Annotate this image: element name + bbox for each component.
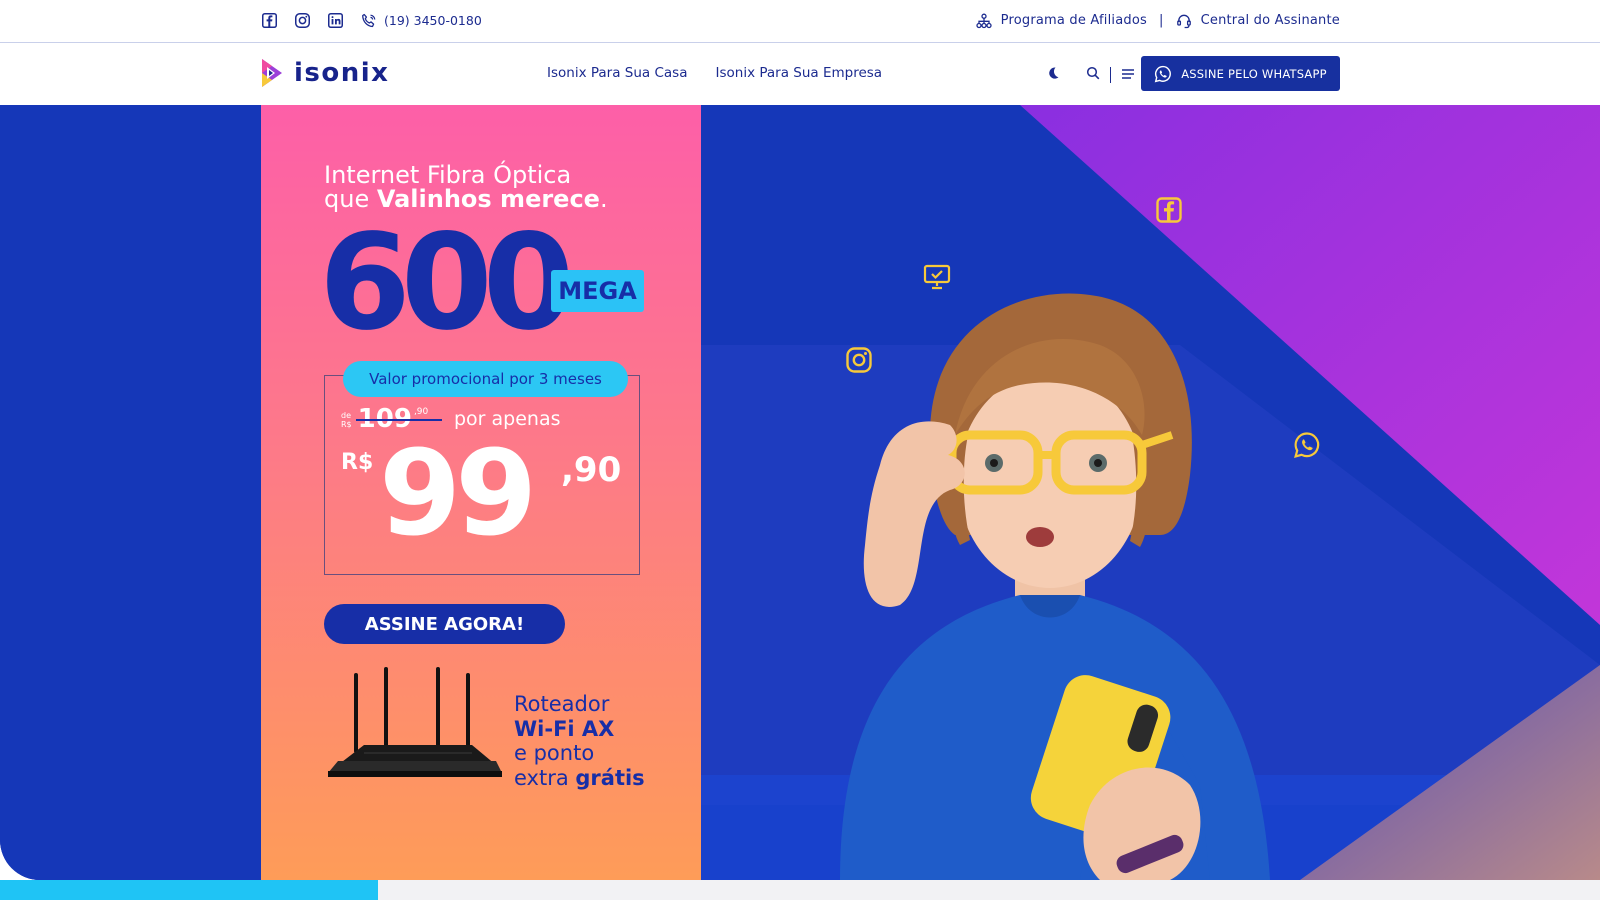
- speed-unit-badge: MEGA: [551, 270, 644, 312]
- old-price-prefix: de R$: [341, 411, 352, 429]
- hero-headline: Internet Fibra Óptica que Valinhos merec…: [324, 163, 608, 211]
- menu-icon[interactable]: [1121, 65, 1135, 84]
- nav-link-business[interactable]: Isonix Para Sua Empresa: [715, 65, 882, 81]
- topbar-right-links: Programa de Afiliados | Central do Assin…: [976, 12, 1340, 29]
- hero-girl-photo: [840, 293, 1270, 880]
- nav-link-home[interactable]: Isonix Para Sua Casa: [547, 65, 687, 81]
- tools-divider: [1110, 66, 1111, 83]
- logo-text: isonix: [294, 58, 390, 88]
- facebook-icon[interactable]: [261, 12, 278, 29]
- speed-value: 600: [319, 206, 575, 360]
- promo-period-pill: Valor promocional por 3 meses: [343, 361, 628, 397]
- instagram-icon[interactable]: [294, 12, 311, 29]
- phone-icon: [360, 12, 377, 29]
- floating-facebook-icon: [1156, 197, 1182, 223]
- linkedin-icon[interactable]: [327, 12, 344, 29]
- subscribe-now-button[interactable]: ASSINE AGORA!: [324, 604, 565, 644]
- phone-number: (19) 3450-0180: [384, 13, 482, 28]
- search-icon[interactable]: [1086, 65, 1100, 84]
- promo-panel: Internet Fibra Óptica que Valinhos merec…: [261, 105, 701, 880]
- price-cents: ,90: [561, 450, 622, 490]
- nav-tools: [1046, 65, 1135, 84]
- headset-icon: [1176, 12, 1193, 29]
- subscriber-link[interactable]: Central do Assinante: [1176, 12, 1340, 29]
- bottom-accent-strip: [0, 880, 378, 900]
- subscriber-label: Central do Assinante: [1200, 13, 1340, 28]
- top-utility-bar: (19) 3450-0180 Programa de Afiliados | C…: [0, 0, 1600, 43]
- price-value: 99: [379, 424, 537, 562]
- price-currency: R$: [341, 450, 374, 475]
- affiliates-label: Programa de Afiliados: [1000, 13, 1147, 28]
- router-offer-text: Roteador Wi-Fi AX e ponto extra grátis: [514, 692, 645, 790]
- hero-banner: Internet Fibra Óptica que Valinhos merec…: [0, 105, 1600, 880]
- topbar-separator: |: [1159, 13, 1164, 28]
- main-navigation: isonix Isonix Para Sua Casa Isonix Para …: [0, 43, 1600, 105]
- phone-link[interactable]: (19) 3450-0180: [360, 12, 482, 29]
- affiliates-link[interactable]: Programa de Afiliados: [976, 12, 1147, 29]
- isonix-logo[interactable]: isonix: [258, 57, 389, 89]
- social-links: (19) 3450-0180: [261, 12, 482, 29]
- logo-mark-icon: [262, 59, 282, 87]
- whatsapp-icon: [1154, 65, 1172, 82]
- wifi-router-image: [328, 667, 502, 777]
- whatsapp-button-label: ASSINE PELO WHATSAPP: [1181, 66, 1327, 81]
- network-icon: [976, 12, 993, 29]
- whatsapp-subscribe-button[interactable]: ASSINE PELO WHATSAPP: [1141, 56, 1340, 91]
- headline-line-1: Internet Fibra Óptica: [324, 161, 572, 189]
- nav-links: Isonix Para Sua Casa Isonix Para Sua Emp…: [547, 65, 882, 81]
- bottom-section-start: [378, 880, 1600, 900]
- dark-mode-toggle-icon[interactable]: [1046, 65, 1060, 84]
- old-price-cents: ,90: [413, 407, 429, 417]
